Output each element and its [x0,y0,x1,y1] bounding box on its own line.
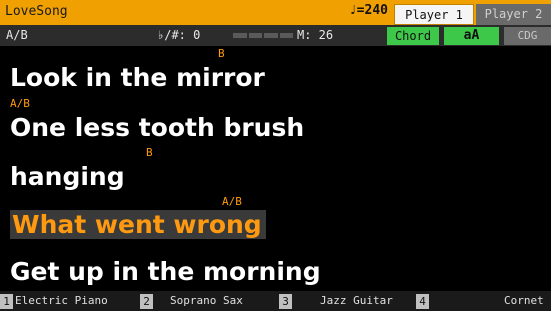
song-title: LoveSong [5,4,68,19]
player2-tab[interactable]: Player 2 [476,4,551,25]
track-number: 2 [140,294,153,309]
track-number: 1 [0,294,13,309]
chord-label: B [218,47,225,60]
current-chord: A/B [6,28,28,42]
player1-tab[interactable]: Player 1 [394,4,474,25]
beat-segment [279,33,293,38]
chord-label: B [146,146,153,159]
beat-segment [248,33,262,38]
track-name: Electric Piano [15,294,108,307]
track-name: Soprano Sax [170,294,243,307]
chord-label: A/B [10,97,30,110]
cdg-button[interactable]: CDG [504,27,551,45]
lyric-line: Look in the mirror [10,63,265,92]
measure-counter: M: 26 [297,28,334,42]
lyrics-area: B Look in the mirror A/B One less tooth … [0,46,551,291]
key-signature: ♭/#: 0 [157,28,201,42]
current-lyric-line: What went wrong [10,210,266,239]
lyric-line: Get up in the morning [10,257,321,286]
chord-label: A/B [222,195,242,208]
beat-segment [264,33,278,38]
track-name: Cornet [504,294,544,307]
track-number: 3 [279,294,292,309]
chord-toggle-button[interactable]: Chord [387,27,439,45]
track-bar: 1 Electric Piano 2 Soprano Sax 3 Jazz Gu… [0,291,551,311]
track-number: 4 [416,294,429,309]
lyric-line: hanging [10,162,125,191]
lyric-line: One less tooth brush [10,113,305,142]
tempo-display: ♩=240 [348,3,388,18]
font-size-button[interactable]: aA [444,27,499,45]
beat-segment [233,33,247,38]
track-name: Jazz Guitar [320,294,393,307]
beat-meter [233,33,293,38]
